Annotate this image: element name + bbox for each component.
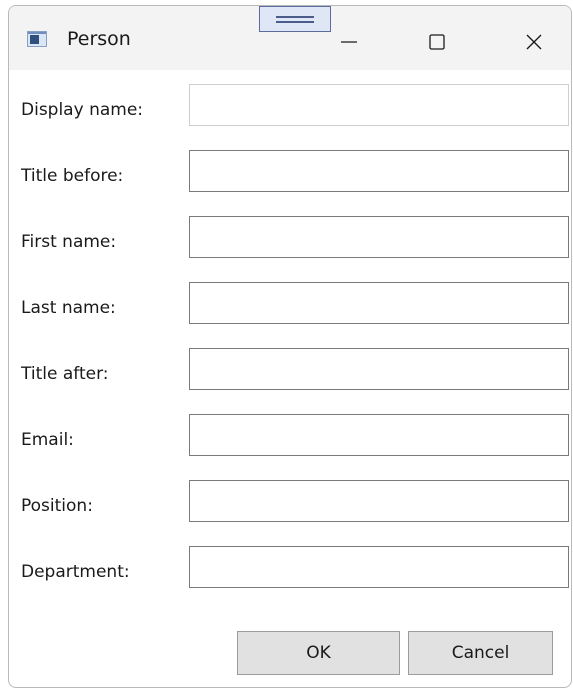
first-name-label: First name: [21,232,117,252]
title-bar[interactable]: Person [9,6,571,70]
title-after-field[interactable] [189,348,569,390]
maximize-button[interactable] [409,16,465,68]
grip-line-bottom [276,21,314,23]
app-icon-bar [28,32,46,34]
department-field[interactable] [189,546,569,588]
minimize-icon [341,41,357,43]
window-app-icon [27,31,47,47]
email-label: Email: [21,430,74,450]
title-after-label: Title after: [21,364,109,384]
email-field[interactable] [189,414,569,456]
maximize-icon [429,34,445,50]
ok-button[interactable]: OK [237,631,400,675]
position-label: Position: [21,496,93,516]
last-name-label: Last name: [21,298,116,318]
display-name-field[interactable] [189,84,569,126]
cancel-button[interactable]: Cancel [408,631,553,675]
title-before-field[interactable] [189,150,569,192]
title-before-label: Title before: [21,166,124,186]
close-button[interactable] [506,16,562,68]
first-name-field[interactable] [189,216,569,258]
close-icon [526,34,542,50]
last-name-field[interactable] [189,282,569,324]
grip-line-top [276,16,314,18]
department-label: Department: [21,562,130,582]
person-dialog: Person Display name: Title before: First… [8,5,572,688]
position-field[interactable] [189,480,569,522]
window-title: Person [67,28,131,50]
app-icon-pane [30,35,39,44]
minimize-button[interactable] [321,16,377,68]
display-name-label: Display name: [21,100,144,120]
